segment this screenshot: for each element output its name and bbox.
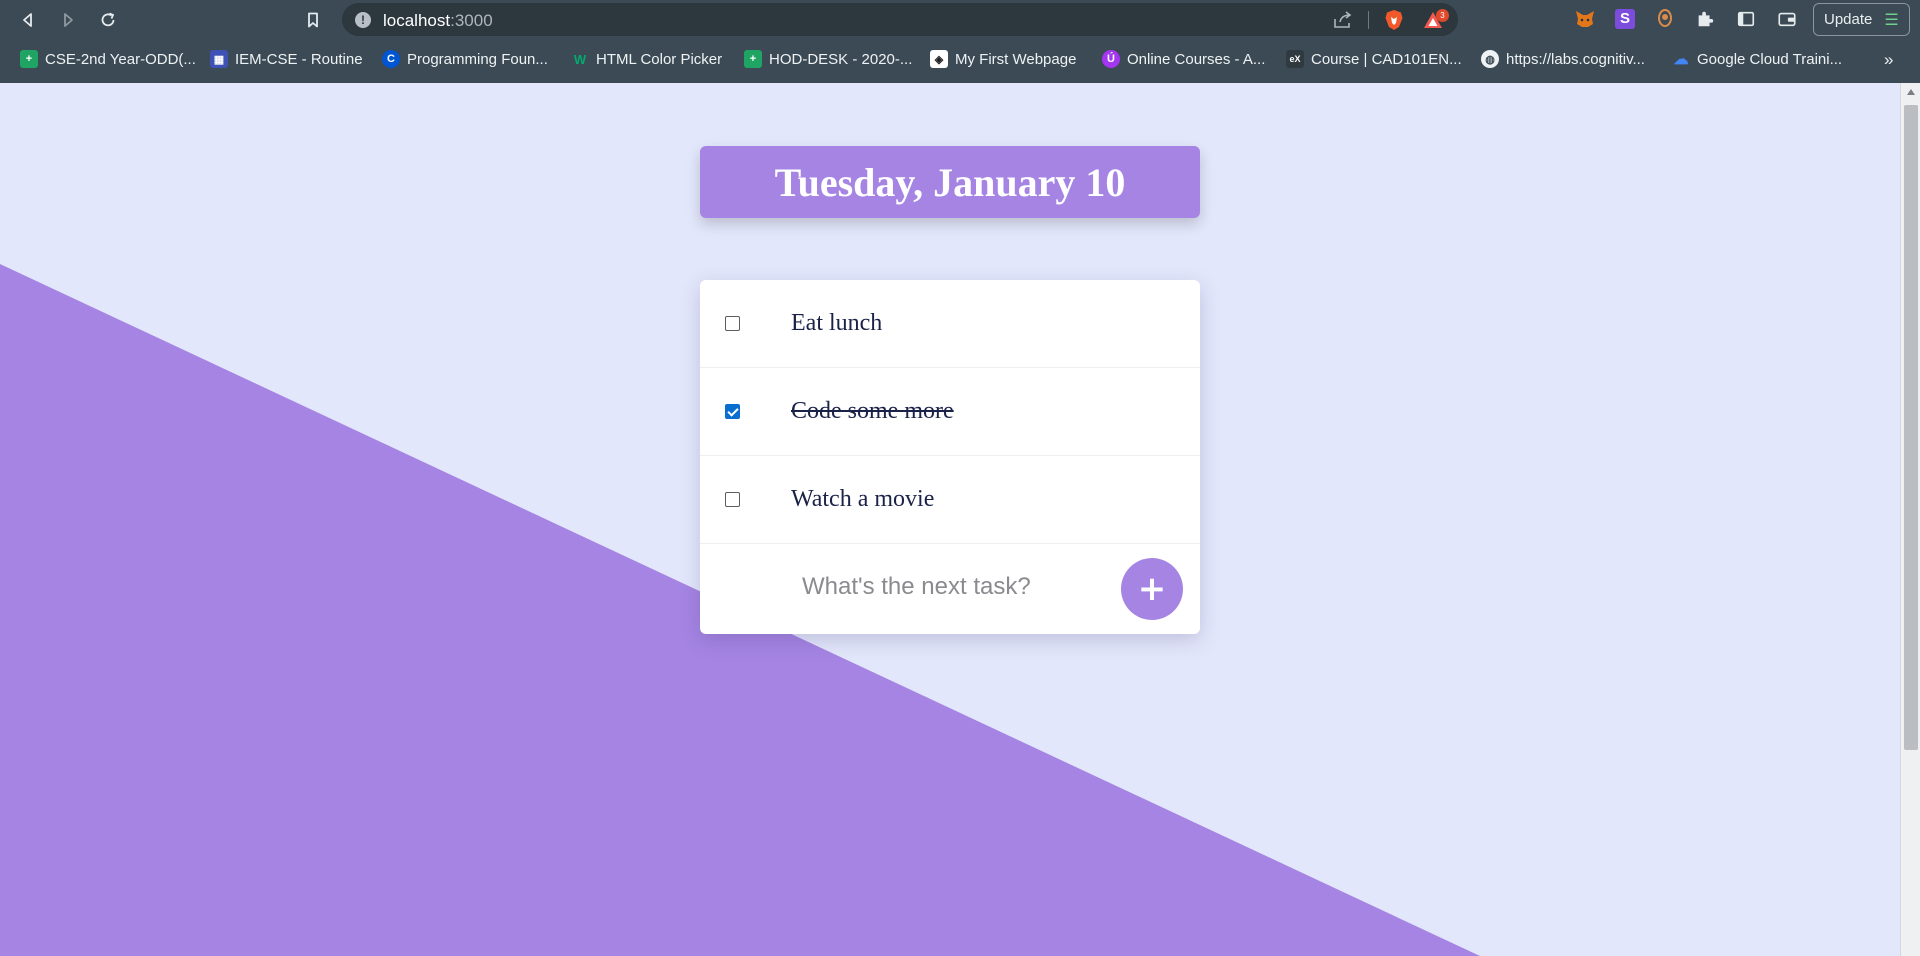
add-task-button[interactable]: + (1121, 558, 1183, 620)
bookmark-item[interactable]: W HTML Color Picker (571, 48, 722, 70)
bookmarks-bar: + CSE-2nd Year-ODD(... ▦ IEM-CSE - Routi… (0, 44, 1920, 74)
reload-icon[interactable] (94, 6, 122, 34)
bookmark-item[interactable]: Ú Online Courses - A... (1102, 48, 1265, 70)
bookmark-label: Online Courses - A... (1127, 50, 1266, 68)
todo-item-text: Code some more (791, 398, 954, 424)
extension-s-icon[interactable]: S (1614, 8, 1636, 30)
scroll-thumb[interactable] (1904, 105, 1918, 750)
calendar-icon: ▦ (210, 50, 228, 68)
google-sheets-icon: + (744, 50, 762, 68)
extension-avatar-icon[interactable] (1654, 8, 1676, 30)
bookmark-item[interactable]: ▦ IEM-CSE - Routine (210, 48, 363, 70)
wallet-icon[interactable] (1776, 8, 1798, 30)
bookmark-item[interactable]: + HOD-DESK - 2020-... (744, 48, 912, 70)
share-icon[interactable] (1332, 10, 1354, 30)
metamask-icon[interactable] (1574, 8, 1596, 30)
bookmark-item[interactable]: ☁ Google Cloud Traini... (1672, 48, 1843, 70)
todo-item: Code some more (700, 368, 1200, 456)
add-task-row: + (700, 544, 1200, 632)
browser-chrome: ! localhost:3000 3 S Update ☰ + CSE-2nd … (0, 0, 1920, 83)
extensions-puzzle-icon[interactable] (1694, 8, 1716, 30)
page-scrollbar[interactable] (1900, 83, 1920, 956)
codepen-icon: ◈ (930, 50, 948, 68)
rewards-badge: 3 (1436, 9, 1449, 22)
bookmark-item[interactable]: eX Course | CAD101EN... (1286, 48, 1462, 70)
url-separator (1368, 11, 1369, 29)
url-host: localhost (383, 11, 451, 30)
todo-item-text: Watch a movie (791, 486, 935, 512)
forward-icon[interactable] (54, 6, 82, 34)
bookmark-label: IEM-CSE - Routine (235, 50, 363, 68)
todo-checkbox[interactable] (725, 492, 740, 507)
extension-s-label: S (1615, 9, 1635, 29)
globe-icon: ◍ (1481, 50, 1499, 68)
bookmark-label: Programming Foun... (407, 50, 548, 68)
brave-shields-icon[interactable] (1384, 9, 1404, 31)
page-viewport: Tuesday, January 10 Eat lunch Code some … (0, 83, 1900, 956)
bookmark-icon[interactable] (299, 6, 327, 34)
udemy-icon: Ú (1102, 50, 1120, 68)
todo-checkbox[interactable] (725, 316, 740, 331)
menu-icon: ☰ (1884, 11, 1899, 29)
bookmark-item[interactable]: + CSE-2nd Year-ODD(... (20, 48, 196, 70)
bookmark-label: https://labs.cognitiv... (1506, 50, 1645, 68)
bookmark-label: Google Cloud Traini... (1697, 50, 1843, 68)
url-port: :3000 (450, 11, 493, 30)
bookmark-label: Course | CAD101EN... (1311, 50, 1462, 68)
bookmark-label: My First Webpage (955, 50, 1077, 68)
date-heading-card: Tuesday, January 10 (700, 146, 1200, 218)
edx-icon: eX (1286, 50, 1304, 68)
coursera-icon: C (382, 50, 400, 68)
bookmark-label: HTML Color Picker (596, 50, 723, 68)
todo-item: Watch a movie (700, 456, 1200, 544)
google-cloud-icon: ☁ (1673, 51, 1689, 68)
todo-list-card: Eat lunch Code some more Watch a movie + (700, 280, 1200, 634)
w3schools-icon: W (573, 51, 587, 67)
back-icon[interactable] (14, 6, 42, 34)
date-heading: Tuesday, January 10 (774, 159, 1126, 205)
update-button[interactable]: Update ☰ (1813, 3, 1910, 36)
bookmark-item[interactable]: C Programming Foun... (382, 48, 548, 70)
url-text[interactable]: localhost:3000 (383, 11, 493, 31)
address-bar[interactable]: ! localhost:3000 3 (342, 3, 1458, 36)
bookmark-item[interactable]: ◍ https://labs.cognitiv... (1481, 48, 1645, 70)
update-label: Update (1824, 11, 1873, 28)
browser-toolbar: ! localhost:3000 3 S Update ☰ (0, 0, 1920, 39)
sidebar-toggle-icon[interactable] (1735, 8, 1757, 30)
bookmarks-more-icon[interactable]: » (1884, 50, 1893, 70)
todo-checkbox-checked[interactable] (725, 404, 740, 419)
site-info-icon[interactable]: ! (355, 12, 371, 28)
new-task-input[interactable] (780, 564, 1110, 610)
bookmark-label: CSE-2nd Year-ODD(... (45, 50, 196, 68)
scroll-up-arrow-icon[interactable] (1907, 89, 1915, 95)
todo-item: Eat lunch (700, 280, 1200, 368)
bookmark-label: HOD-DESK - 2020-... (769, 50, 913, 68)
bookmark-item[interactable]: ◈ My First Webpage (930, 48, 1076, 70)
google-sheets-icon: + (20, 50, 38, 68)
todo-item-text: Eat lunch (791, 310, 883, 336)
